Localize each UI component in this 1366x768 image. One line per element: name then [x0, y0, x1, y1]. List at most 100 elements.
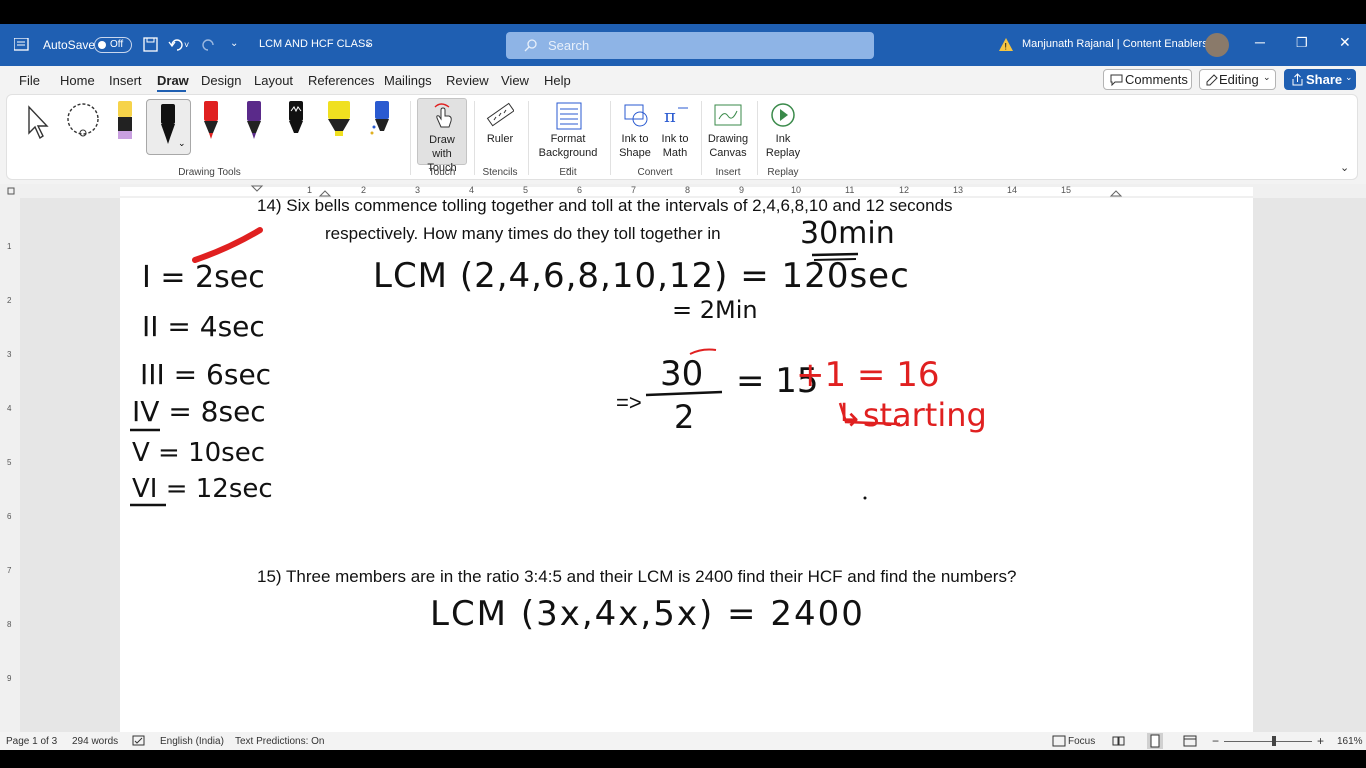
share-chevron-down-icon: ⌄	[1345, 72, 1353, 82]
lasso-select-icon[interactable]	[65, 103, 105, 139]
vruler-number: 9	[7, 674, 12, 683]
vertical-ruler[interactable]: 1 2 3 4 5 6 7 8 9	[0, 198, 20, 732]
document-title[interactable]: LCM AND HCF CLASS	[259, 38, 373, 50]
zoom-slider-thumb[interactable]	[1272, 736, 1276, 746]
ink-math-label-2: Math	[662, 147, 688, 159]
select-pointer-icon[interactable]	[25, 105, 53, 141]
pen-gold-icon[interactable]	[113, 99, 137, 143]
ink-numerator: 30	[660, 354, 704, 394]
document-page[interactable]: 14) Six bells commence tolling together …	[120, 196, 1253, 732]
autosave-label: AutoSave	[43, 38, 96, 52]
screen-bottom-border	[0, 750, 1366, 768]
word-app-icon	[14, 38, 29, 51]
pen-black-selected[interactable]: ⌄	[146, 99, 191, 155]
ruler-number: 2	[361, 185, 367, 195]
zoom-out-icon[interactable]: −	[1212, 734, 1219, 748]
focus-button[interactable]: Focus	[1068, 736, 1095, 747]
highlighter-yellow-icon[interactable]	[325, 99, 353, 147]
ruler-label: Ruler	[486, 133, 514, 145]
text-predictions[interactable]: Text Predictions: On	[235, 736, 324, 747]
tab-review[interactable]: Review	[446, 73, 489, 88]
editing-mode-button[interactable]: Editing ⌄	[1199, 69, 1276, 90]
ink-to-shape-icon	[624, 104, 648, 127]
ink-lcm-line: LCM (2,4,6,8,10,12) = 120sec	[373, 256, 910, 296]
stencils-group-label: Stencils	[482, 167, 518, 178]
tab-design[interactable]: Design	[201, 73, 241, 88]
tab-help[interactable]: Help	[544, 73, 571, 88]
ruler-icon	[486, 102, 514, 127]
user-avatar[interactable]	[1205, 33, 1229, 57]
title-chevron-down-icon[interactable]: ⌄	[364, 38, 372, 49]
ruler-number: 10	[791, 185, 802, 195]
vruler-number: 4	[7, 404, 12, 413]
share-button[interactable]: Share ⌄	[1284, 69, 1356, 90]
ink-bell-1: I = 2sec	[142, 260, 265, 295]
canvas-label-1: Drawing	[707, 133, 749, 145]
tab-draw[interactable]: Draw	[157, 73, 189, 88]
drawing-tools-group-label: Drawing Tools	[178, 167, 241, 178]
undo-icon[interactable]: ˅	[168, 37, 192, 53]
tab-layout[interactable]: Layout	[254, 73, 293, 88]
drawing-canvas-button[interactable]: Drawing Canvas	[705, 98, 751, 165]
ink-lcm-q15: LCM (3x,4x,5x) = 2400	[430, 594, 865, 634]
ink-bell-5: V = 10sec	[132, 438, 266, 468]
ink-bell-4: IV = 8sec	[132, 395, 266, 428]
ruler-number: 11	[845, 185, 855, 195]
svg-text:˅: ˅	[184, 40, 189, 50]
ink-to-math-button[interactable]: π Ink to Math	[655, 98, 695, 165]
ruler-number: 4	[469, 185, 475, 195]
editing-label: Editing	[1219, 72, 1259, 87]
close-icon[interactable]: ✕	[1339, 34, 1351, 51]
pen-sparkle-icon[interactable]	[369, 99, 393, 147]
tab-home[interactable]: Home	[60, 73, 95, 88]
language-indicator[interactable]: English (India)	[160, 736, 224, 747]
save-icon[interactable]	[143, 37, 159, 53]
tab-view[interactable]: View	[501, 73, 529, 88]
pen-purple-icon[interactable]	[242, 99, 266, 147]
autosave-toggle[interactable]: Off	[94, 37, 132, 53]
comments-button[interactable]: Comments	[1103, 69, 1192, 90]
ruler-button[interactable]: Ruler	[479, 98, 521, 165]
ruler-number: 3	[415, 185, 421, 195]
restore-icon[interactable]: ❐	[1296, 35, 1308, 51]
ruler-number: 14	[1007, 185, 1018, 195]
ink-to-shape-button[interactable]: Ink to Shape	[615, 98, 655, 165]
page-count[interactable]: Page 1 of 3	[6, 736, 57, 747]
ruler-number: 7	[631, 185, 637, 195]
ink-plus-one-16: +1 = 16	[796, 355, 940, 395]
print-layout-icon[interactable]	[1147, 733, 1163, 749]
vruler-number: 8	[7, 620, 12, 629]
ink-replay-button[interactable]: Ink Replay	[761, 98, 805, 165]
redo-icon[interactable]	[201, 37, 219, 53]
zoom-level[interactable]: 161%	[1337, 736, 1363, 747]
minimize-icon[interactable]: ─	[1255, 34, 1265, 50]
read-mode-icon[interactable]	[1112, 735, 1126, 747]
web-layout-icon[interactable]	[1183, 735, 1197, 747]
zoom-in-icon[interactable]: +	[1317, 734, 1324, 748]
canvas-label-2: Canvas	[709, 147, 747, 159]
tab-file[interactable]: File	[19, 73, 40, 88]
ruler-number: 5	[523, 185, 529, 195]
warning-icon[interactable]: !	[998, 37, 1014, 52]
ink-denominator: 2	[674, 398, 695, 436]
tab-references[interactable]: References	[308, 73, 374, 88]
draw-touch-label-1: Draw with	[429, 134, 455, 160]
search-box[interactable]: Search	[506, 32, 874, 59]
proofing-icon[interactable]	[132, 735, 146, 747]
ink-shape-label-2: Shape	[619, 147, 651, 159]
format-background-button[interactable]: Format Background ⌄	[534, 98, 602, 172]
convert-group-label: Convert	[637, 167, 673, 178]
active-tab-underline	[157, 90, 186, 92]
word-count[interactable]: 294 words	[72, 736, 118, 747]
pen-red-icon[interactable]	[199, 99, 223, 147]
pen-galaxy-icon[interactable]	[284, 99, 308, 147]
ink-to-math-icon: π	[664, 106, 688, 127]
tab-insert[interactable]: Insert	[109, 73, 142, 88]
share-label: Share	[1306, 72, 1343, 87]
zoom-slider[interactable]	[1224, 741, 1312, 742]
draw-with-touch-button[interactable]: Draw with Touch	[417, 98, 467, 174]
collapse-ribbon-chevron-icon[interactable]: ⌄	[1340, 161, 1349, 174]
customize-toolbar-icon[interactable]: ⌄	[230, 38, 238, 49]
tab-mailings[interactable]: Mailings	[384, 73, 432, 88]
autosave-state: Off	[110, 39, 124, 50]
